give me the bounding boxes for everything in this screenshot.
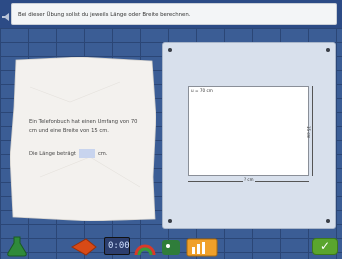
instruction-text: Bei dieser Übung sollst du jeweils Länge… bbox=[11, 3, 337, 25]
screw-icon bbox=[168, 219, 172, 223]
length-label: ? cm bbox=[243, 177, 255, 182]
red-arrow-button[interactable] bbox=[70, 237, 98, 257]
answer-line: Die Länge beträgt cm. bbox=[29, 149, 108, 158]
speaker-icon[interactable] bbox=[2, 13, 10, 21]
answer-prefix: Die Länge beträgt bbox=[29, 150, 76, 157]
answer-input[interactable] bbox=[78, 149, 95, 158]
green-character-icon[interactable] bbox=[160, 237, 182, 257]
width-dimension-line bbox=[312, 86, 317, 176]
screw-icon bbox=[326, 219, 330, 223]
checkmark-icon: ✓ bbox=[320, 239, 331, 253]
bar-chart-icon[interactable] bbox=[186, 237, 218, 257]
check-button[interactable]: ✓ bbox=[312, 238, 338, 255]
screw-icon bbox=[326, 48, 330, 52]
rainbow-icon[interactable] bbox=[134, 237, 156, 257]
bottom-toolbar: 0:00 bbox=[0, 229, 342, 259]
perimeter-label: u = 70 cm bbox=[191, 88, 213, 93]
potion-flask-icon[interactable] bbox=[6, 235, 28, 257]
screw-icon bbox=[168, 48, 172, 52]
clock-display: 0:00 bbox=[108, 241, 130, 251]
answer-unit: cm. bbox=[97, 150, 108, 157]
width-label: 15 cm bbox=[306, 126, 311, 139]
rectangle-shape bbox=[188, 86, 309, 176]
task-text: Ein Telefonbuch hat einen Umfang von 70 … bbox=[29, 119, 138, 134]
clock-button[interactable]: 0:00 bbox=[104, 237, 130, 255]
task-paper bbox=[10, 57, 156, 221]
